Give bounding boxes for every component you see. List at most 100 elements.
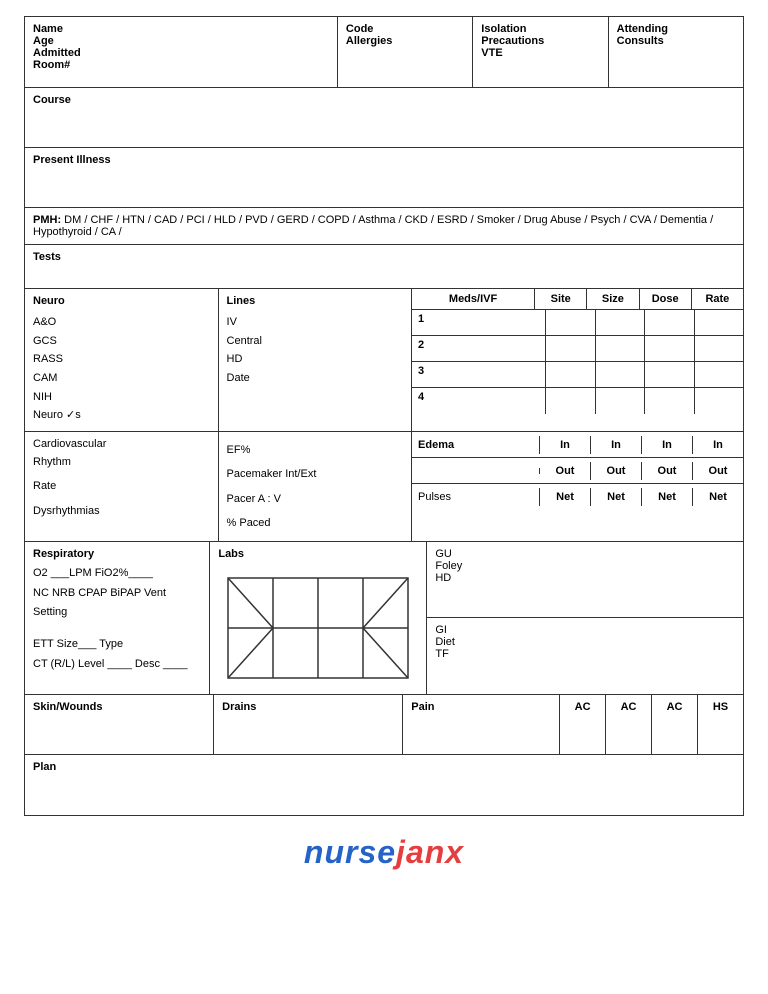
neuro-col: Neuro A&O GCS RASS CAM NIH Neuro ✓s: [25, 289, 219, 431]
resp-ct: CT (R/L) Level ____ Desc ____: [33, 655, 201, 675]
edema-label: Edema: [412, 436, 540, 454]
admitted-label: Admitted: [33, 47, 329, 59]
isolation-cell: Isolation Precautions VTE: [473, 17, 608, 87]
labs-svg: [218, 568, 418, 688]
neuro-item-nih: NIH: [33, 388, 210, 407]
gu-top: GU Foley HD: [427, 542, 743, 619]
meds-site-label: Site: [535, 289, 587, 309]
allergies-label: Allergies: [346, 35, 464, 47]
footer: nursejanx: [304, 834, 464, 871]
labs-diagram: [218, 568, 418, 688]
lines-label: Lines: [227, 295, 256, 307]
code-label: Code: [346, 23, 464, 35]
gu-bottom: GI Diet TF: [427, 618, 743, 694]
cardio-label: Cardiovascular: [33, 438, 106, 450]
brand-part1: nurse: [304, 834, 396, 870]
course-label: Course: [33, 94, 71, 106]
attending-cell: Attending Consults: [609, 17, 743, 87]
edema-header: Edema In In In In: [412, 432, 743, 458]
resp-items: O2 ___LPM FiO2%____ NC NRB CPAP BiPAP Ve…: [33, 564, 201, 675]
ef-ef: EF%: [227, 438, 404, 462]
pain-col: Pain: [403, 695, 560, 754]
cardio-grid: Cardiovascular Rhythm Rate Dysrhythmias …: [25, 432, 743, 542]
drains-col: Drains: [214, 695, 403, 754]
hd-label: HD: [435, 572, 735, 584]
precautions-label: Precautions: [481, 35, 599, 47]
cardio-rhythm: Rhythm: [33, 450, 210, 474]
neuro-lines-meds-grid: Neuro A&O GCS RASS CAM NIH Neuro ✓s Line…: [25, 289, 743, 432]
present-illness-row: Present Illness: [25, 148, 743, 208]
resp-setting: Setting: [33, 603, 201, 623]
gu-col: GU Foley HD GI Diet TF: [427, 542, 743, 694]
cardio-dysrhythmias: Dysrhythmias: [33, 499, 210, 523]
lines-iv: IV: [227, 313, 404, 332]
meds-size-label: Size: [587, 289, 639, 309]
meds-row-4: 4: [412, 388, 743, 414]
gu-label: GU: [435, 548, 735, 560]
labs-label: Labs: [218, 548, 418, 560]
lines-col: Lines IV Central HD Date: [219, 289, 413, 431]
neuro-items: A&O GCS RASS CAM NIH Neuro ✓s: [33, 313, 210, 425]
meds-rate-label: Rate: [692, 289, 743, 309]
resp-o2: O2 ___LPM FiO2%____: [33, 564, 201, 584]
diet-label: Diet: [435, 636, 735, 648]
header-row: Name Age Admitted Room# Code Allergies I…: [25, 17, 743, 88]
edema-row-empty: Out Out Out Out: [412, 458, 743, 484]
brand-part2: janx: [396, 834, 464, 870]
medical-form: Name Age Admitted Room# Code Allergies I…: [24, 16, 744, 816]
neuro-item-ao: A&O: [33, 313, 210, 332]
room-label: Room#: [33, 59, 329, 71]
name-label: Name: [33, 23, 329, 35]
tests-label: Tests: [33, 251, 61, 263]
edema-col: Edema In In In In Out Out Out Out Pulses…: [412, 432, 743, 541]
ef-paced: % Paced: [227, 511, 404, 535]
hs-cell: HS: [698, 695, 743, 754]
name-cell: Name Age Admitted Room#: [25, 17, 338, 87]
pulses-label: Pulses: [412, 488, 540, 506]
age-label: Age: [33, 35, 329, 47]
foley-label: Foley: [435, 560, 735, 572]
lines-central: Central: [227, 332, 404, 351]
drains-label: Drains: [222, 701, 256, 713]
cardio-col: Cardiovascular Rhythm Rate Dysrhythmias: [25, 432, 219, 541]
plan-label: Plan: [33, 761, 56, 773]
meds-header: Meds/IVF Site Size Dose Rate: [412, 289, 743, 310]
code-cell: Code Allergies: [338, 17, 473, 87]
pain-label: Pain: [411, 701, 434, 713]
skin-col: Skin/Wounds: [25, 695, 214, 754]
meds-col: Meds/IVF Site Size Dose Rate 1 2: [412, 289, 743, 431]
tf-label: TF: [435, 648, 735, 660]
edema-row-pulses: Pulses Net Net Net Net: [412, 484, 743, 510]
lines-hd: HD: [227, 350, 404, 369]
attending-label: Attending: [617, 23, 735, 35]
meds-row-2: 2: [412, 336, 743, 362]
vte-label: VTE: [481, 47, 599, 59]
meds-label: Meds/IVF: [412, 289, 535, 309]
ac2-cell: AC: [606, 695, 652, 754]
ac3-cell: AC: [652, 695, 698, 754]
ef-items: EF% Pacemaker Int/Ext Pacer A : V % Pace…: [227, 438, 404, 535]
resp-nc: NC NRB CPAP BiPAP Vent: [33, 584, 201, 604]
consults-label: Consults: [617, 35, 735, 47]
meds-row-3: 3: [412, 362, 743, 388]
ef-pacer: Pacer A : V: [227, 487, 404, 511]
ef-pacemaker: Pacemaker Int/Ext: [227, 462, 404, 486]
meds-row-1: 1: [412, 310, 743, 336]
present-illness-label: Present Illness: [33, 154, 111, 166]
ef-col: EF% Pacemaker Int/Ext Pacer A : V % Pace…: [219, 432, 413, 541]
neuro-label: Neuro: [33, 295, 65, 307]
lines-items: IV Central HD Date: [227, 313, 404, 388]
ac1-cell: AC: [560, 695, 606, 754]
neuro-item-rass: RASS: [33, 350, 210, 369]
pmh-prefix: PMH: DM / CHF / HTN / CAD / PCI / HLD / …: [33, 214, 713, 238]
course-row: Course: [25, 88, 743, 148]
cardio-rate: Rate: [33, 474, 210, 498]
pmh-row: PMH: DM / CHF / HTN / CAD / PCI / HLD / …: [25, 208, 743, 245]
achs-col: AC AC AC HS: [560, 695, 743, 754]
neuro-item-cam: CAM: [33, 369, 210, 388]
tests-row: Tests: [25, 245, 743, 289]
brand-logo: nursejanx: [304, 834, 464, 871]
resp-col: Respiratory O2 ___LPM FiO2%____ NC NRB C…: [25, 542, 210, 694]
cardio-items: Rhythm Rate Dysrhythmias: [33, 450, 210, 523]
labs-col: Labs: [210, 542, 427, 694]
